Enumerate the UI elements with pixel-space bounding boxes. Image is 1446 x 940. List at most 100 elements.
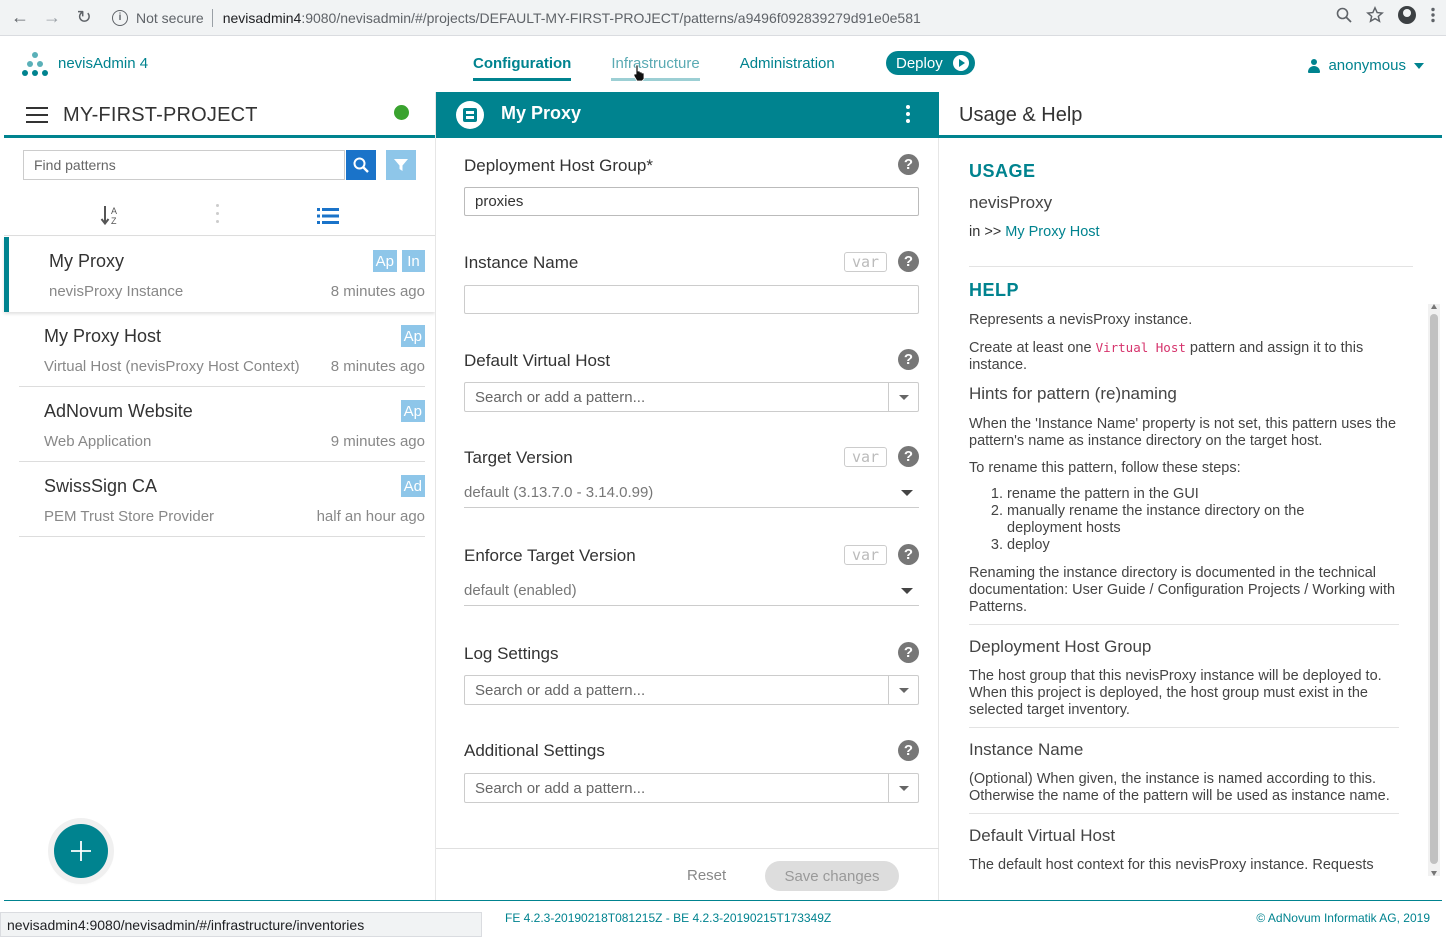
target-version-label: Target Version xyxy=(464,448,573,467)
pattern-type: Virtual Host (nevisProxy Host Context) xyxy=(44,358,300,375)
search-icon xyxy=(353,157,369,173)
var-button[interactable]: var xyxy=(844,252,887,272)
sort-alpha-icon[interactable]: A Z xyxy=(100,204,122,226)
log-settings-label: Log Settings xyxy=(464,644,559,663)
chevron-down-icon[interactable] xyxy=(888,676,918,704)
pattern-type: PEM Trust Store Provider xyxy=(44,508,215,525)
dvh-title: Default Virtual Host xyxy=(969,826,1116,845)
log-settings-select[interactable]: Search or add a pattern... xyxy=(464,675,919,705)
var-button[interactable]: var xyxy=(844,545,887,565)
pattern-badge: Ap xyxy=(372,250,397,272)
help-icon[interactable]: ? xyxy=(898,251,919,272)
help-icon[interactable]: ? xyxy=(898,154,919,175)
default-vhost-label: Default Virtual Host xyxy=(464,351,611,370)
help-icon[interactable]: ? xyxy=(898,740,919,761)
url-host: nevisadmin4 xyxy=(222,10,302,26)
user-name: anonymous xyxy=(1328,57,1406,74)
url-path: :9080/nevisadmin/#/projects/DEFAULT-MY-F… xyxy=(301,10,921,26)
sort-toolbar: A Z xyxy=(4,196,435,236)
chevron-down-icon[interactable] xyxy=(888,383,918,411)
pattern-list-item[interactable]: AdNovum Website Web Application 9 minute… xyxy=(19,387,425,462)
rename-steps: rename the pattern in the GUI manually r… xyxy=(989,486,1329,554)
reset-button[interactable]: Reset xyxy=(687,867,726,884)
tab-infrastructure[interactable]: Infrastructure xyxy=(611,55,700,81)
pattern-type: Web Application xyxy=(44,433,152,450)
plus-icon xyxy=(71,841,91,861)
help-create-text: Create at least one Virtual Host pattern… xyxy=(969,340,1364,373)
hints-text-3: Renaming the instance directory is docum… xyxy=(969,565,1396,615)
search-button[interactable] xyxy=(346,150,376,180)
find-patterns-input[interactable]: Find patterns xyxy=(23,150,345,180)
user-icon xyxy=(1308,58,1321,73)
in-text: (Optional) When given, the instance is n… xyxy=(969,771,1390,804)
main-tabs: Configuration Infrastructure Administrat… xyxy=(473,55,875,81)
hamburger-menu-icon[interactable] xyxy=(26,107,48,123)
profile-icon[interactable] xyxy=(1398,6,1416,24)
dhg-text: The host group that this nevisProxy inst… xyxy=(969,668,1382,718)
pattern-name: AdNovum Website xyxy=(44,401,193,421)
pattern-list-item[interactable]: SwissSign CA PEM Trust Store Provider ha… xyxy=(19,462,425,537)
enforce-version-value: default (enabled) xyxy=(464,582,577,599)
instance-name-label: Instance Name xyxy=(464,253,579,272)
usage-pattern-name: nevisProxy xyxy=(969,193,1053,212)
dvh-text: The default host context for this nevisP… xyxy=(969,857,1374,873)
tab-administration[interactable]: Administration xyxy=(740,55,835,81)
instance-name-input[interactable] xyxy=(464,285,919,314)
pattern-name: SwissSign CA xyxy=(44,476,158,496)
user-menu[interactable]: anonymous xyxy=(1308,57,1424,74)
list-item: rename the pattern in the GUI xyxy=(1007,486,1329,503)
enforce-version-select[interactable]: default (enabled) xyxy=(464,576,919,606)
pattern-type: nevisProxy Instance xyxy=(49,283,184,300)
pattern-editor-panel: My Proxy Deployment Host Group* ? proxie… xyxy=(435,92,940,900)
info-icon[interactable]: i xyxy=(112,10,128,26)
play-icon xyxy=(952,55,969,71)
chevron-down-icon[interactable] xyxy=(888,774,918,802)
add-pattern-button[interactable] xyxy=(54,824,108,878)
pattern-name: My Proxy xyxy=(49,251,125,271)
list-item: manually rename the instance directory o… xyxy=(1007,503,1329,537)
default-vhost-placeholder: Search or add a pattern... xyxy=(475,388,646,406)
address-bar[interactable]: i Not secure nevisadmin4:9080/nevisadmin… xyxy=(112,4,1372,32)
usage-link[interactable]: My Proxy Host xyxy=(1005,224,1099,240)
pattern-list-item[interactable]: My Proxy nevisProxy Instance 8 minutes a… xyxy=(4,237,435,312)
tab-configuration[interactable]: Configuration xyxy=(473,55,572,81)
forward-icon[interactable]: → xyxy=(40,6,64,30)
help-scrollbar[interactable] xyxy=(1428,304,1440,876)
help-icon[interactable]: ? xyxy=(898,642,919,663)
hints-text-1: When the 'Instance Name' property is not… xyxy=(969,416,1397,449)
default-vhost-select[interactable]: Search or add a pattern... xyxy=(464,382,919,412)
filter-button[interactable] xyxy=(386,150,416,180)
bookmark-star-icon[interactable] xyxy=(1366,6,1384,24)
log-settings-placeholder: Search or add a pattern... xyxy=(475,681,646,699)
help-intro: Represents a nevisProxy instance. xyxy=(969,312,1193,328)
help-icon[interactable]: ? xyxy=(898,446,919,467)
app-title: nevisAdmin 4 xyxy=(58,55,149,72)
more-vertical-icon[interactable] xyxy=(216,204,220,226)
editor-menu-icon[interactable] xyxy=(906,105,910,126)
copyright: © AdNovum Informatik AG, 2019 xyxy=(1256,911,1430,925)
var-button[interactable]: var xyxy=(844,447,887,467)
target-version-value: default (3.13.7.0 - 3.14.0.99) xyxy=(464,484,654,501)
save-changes-button[interactable]: Save changes xyxy=(765,861,899,891)
editor-footer: Reset Save changes xyxy=(436,848,940,900)
help-icon[interactable]: ? xyxy=(898,349,919,370)
deploy-button[interactable]: Deploy xyxy=(886,51,975,75)
target-version-select[interactable]: default (3.13.7.0 - 3.14.0.99) xyxy=(464,478,919,508)
hints-title: Hints for pattern (re)naming xyxy=(969,384,1177,403)
back-icon[interactable]: ← xyxy=(8,6,32,30)
security-label: Not secure xyxy=(136,10,204,26)
browser-menu-icon[interactable] xyxy=(1430,7,1436,23)
help-icon[interactable]: ? xyxy=(898,544,919,565)
reload-icon[interactable]: ↻ xyxy=(72,6,96,30)
list-view-icon[interactable] xyxy=(317,207,339,225)
additional-settings-label: Additional Settings xyxy=(464,741,605,760)
enforce-version-label: Enforce Target Version xyxy=(464,546,636,565)
additional-settings-select[interactable]: Search or add a pattern... xyxy=(464,773,919,803)
svg-text:A: A xyxy=(111,206,117,216)
browser-status-url: nevisadmin4:9080/nevisadmin/#/infrastruc… xyxy=(0,912,482,937)
caret-down-icon xyxy=(901,490,913,496)
zoom-icon[interactable] xyxy=(1336,7,1352,23)
host-group-input[interactable]: proxies xyxy=(464,187,919,216)
pattern-time: 9 minutes ago xyxy=(330,433,425,450)
pattern-list-item[interactable]: My Proxy Host Virtual Host (nevisProxy H… xyxy=(19,312,425,387)
